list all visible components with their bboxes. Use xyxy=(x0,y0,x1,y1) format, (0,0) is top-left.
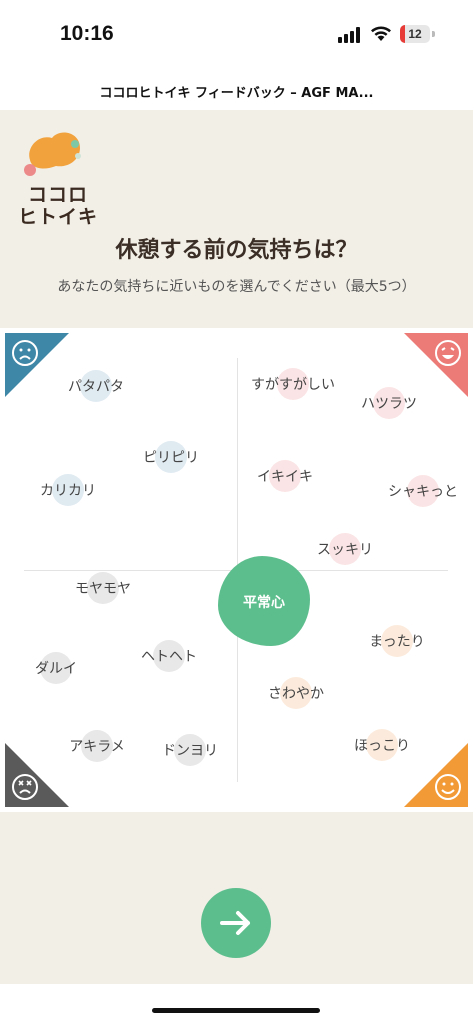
page-title: ココロヒトイキ フィードバック – AGF MA... xyxy=(99,86,374,101)
battery-icon: 12 xyxy=(400,25,430,43)
battery-tip xyxy=(432,31,435,37)
mood-label: ダルイ xyxy=(35,661,77,677)
arrow-right-icon xyxy=(220,911,250,935)
mood-label: スッキリ xyxy=(317,542,373,558)
home-indicator xyxy=(152,1008,320,1013)
mood-label: まったり xyxy=(369,634,425,650)
logo-text-line2: ヒトイキ xyxy=(18,206,99,228)
status-time: 10:16 xyxy=(60,22,114,45)
mood-label: シャキっと xyxy=(388,484,458,500)
mood-label: イキイキ xyxy=(257,469,313,485)
happy-face-icon xyxy=(404,333,468,397)
neutral-label: 平常心 xyxy=(243,595,285,611)
mood-label: ドンヨリ xyxy=(162,743,218,759)
mood-label: ほっこり xyxy=(354,738,410,754)
mood-label: ヘトヘト xyxy=(141,649,197,665)
wifi-icon xyxy=(370,24,392,42)
next-button[interactable] xyxy=(201,888,271,958)
battery-level: 12 xyxy=(408,27,422,41)
mood-label: ピリピリ xyxy=(143,450,199,466)
app-logo: ココロ ヒトイキ xyxy=(18,130,99,228)
mood-label: さわやか xyxy=(268,686,324,702)
mood-label: モヤモヤ xyxy=(75,581,131,597)
mood-label: すがすがしい xyxy=(251,377,335,393)
mood-label: パタパタ xyxy=(68,379,124,395)
question-heading: 休憩する前の気持ちは？ xyxy=(115,238,358,263)
instruction-text: あなたの気持ちに近いものを選んでください（最大5つ） xyxy=(57,279,416,295)
signal-icon xyxy=(338,27,362,43)
mood-label: ハツラツ xyxy=(361,396,417,412)
mood-label: カリカリ xyxy=(40,483,96,499)
